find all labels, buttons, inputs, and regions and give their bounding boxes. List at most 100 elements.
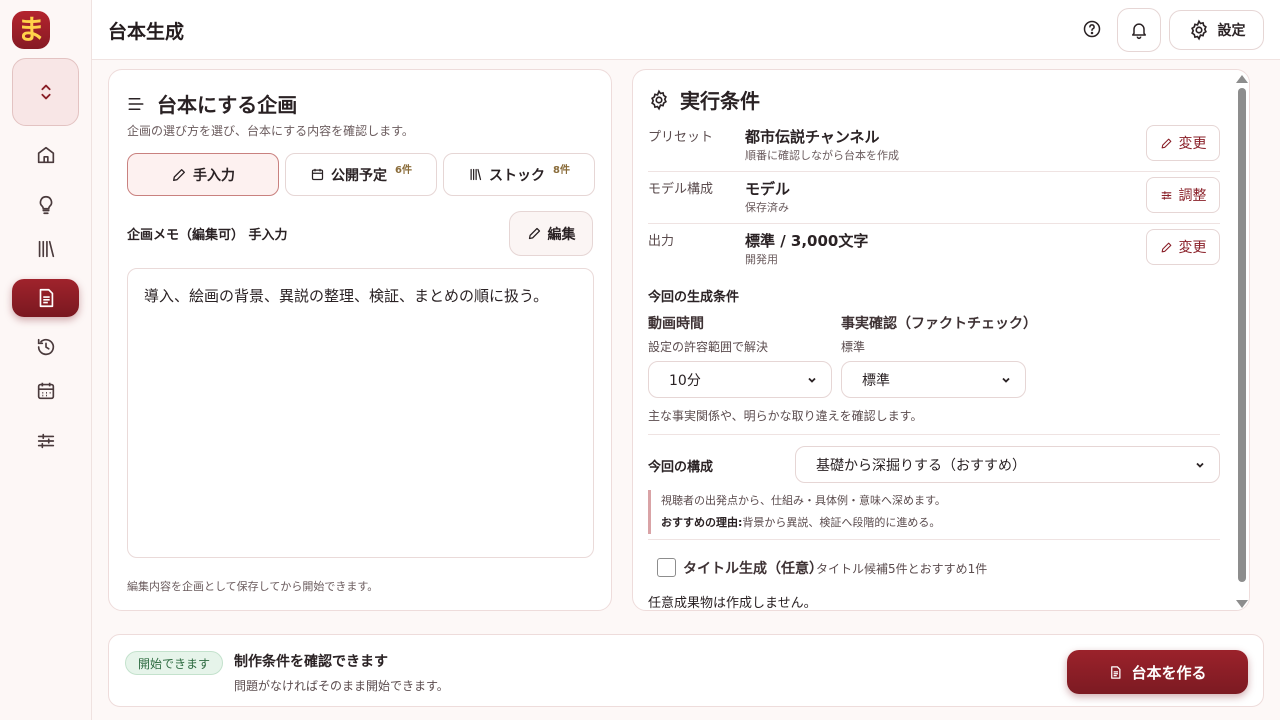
condition-row-output: 出力 標準 / 3,000文字 開発用 変更 [648, 224, 1220, 276]
section-divider [648, 434, 1220, 435]
section-divider [648, 539, 1220, 540]
structure-description: 視聴者の出発点から、仕組み・具体例・意味へ深めます。 おすすめの理由:背景から異… [648, 490, 1208, 534]
chevron-down-icon [1196, 462, 1204, 468]
sidebar-item-ideas[interactable] [12, 186, 79, 224]
plan-panel-footer: 編集内容を企画として保存してから開始できます。 [127, 580, 379, 593]
condition-value: モデル [745, 180, 791, 198]
duration-select-value: 10分 [669, 372, 701, 389]
recommend-text: 背景から異説、検証へ段階的に進める。 [742, 516, 941, 529]
memo-textarea[interactable]: 導入、絵画の背景、異説の整理、検証、まとめの順に扱う。 [127, 268, 594, 558]
menu-lines-icon [128, 97, 144, 110]
notifications-button[interactable] [1117, 8, 1161, 52]
lightbulb-icon [39, 195, 52, 215]
factcheck-select-value: 標準 [862, 372, 890, 389]
edit-memo-label: 編集 [547, 226, 576, 243]
document-icon [1111, 665, 1121, 679]
make-script-label: 台本を作る [1131, 663, 1207, 682]
conditions-section-title: 今回の生成条件 [648, 290, 740, 305]
chevron-updown-icon [40, 84, 51, 100]
change-preset-button[interactable]: 変更 [1146, 125, 1220, 161]
home-icon [37, 146, 54, 164]
sidebar-item-calendar[interactable] [12, 372, 79, 410]
condition-row-preset: プリセット 都市伝説チャンネル 順番に確認しながら台本を作成 変更 [648, 120, 1220, 172]
bell-icon [1132, 23, 1146, 40]
change-preset-label: 変更 [1178, 136, 1207, 152]
condition-value: 都市伝説チャンネル [745, 128, 880, 146]
factcheck-note: 主な事実関係や、明らかな取り違えを確認します。 [648, 409, 923, 423]
condition-note: 保存済み [745, 201, 789, 214]
status-badge: 開始できます [125, 651, 224, 675]
tab-manual-input[interactable]: 手入力 [127, 153, 279, 196]
history-icon [37, 338, 54, 356]
help-button[interactable] [1080, 17, 1104, 41]
title-generation-checkbox[interactable] [657, 558, 676, 577]
pencil-icon [528, 227, 540, 240]
structure-desc-text: 視聴者の出発点から、仕組み・具体例・意味へ深めます。 [661, 494, 946, 507]
structure-select-value: 基礎から深掘りする（おすすめ） [816, 457, 1026, 474]
tab-stock-count: 8件 [553, 165, 570, 176]
condition-label: プリセット [648, 130, 714, 145]
change-output-label: 変更 [1178, 240, 1207, 256]
sidebar-item-adjust[interactable] [12, 422, 79, 460]
library-icon [38, 240, 54, 258]
chevron-down-icon [1002, 377, 1010, 383]
edit-memo-button[interactable]: 編集 [509, 211, 593, 256]
condition-label: モデル構成 [648, 182, 714, 197]
sidebar-item-script[interactable] [12, 279, 79, 317]
scroll-up-arrow[interactable] [1236, 75, 1248, 83]
condition-row-model: モデル構成 モデル 保存済み 調整 [648, 172, 1220, 224]
duration-select[interactable]: 10分 [648, 361, 832, 398]
plan-panel-title-text: 台本にする企画 [157, 93, 298, 117]
gear-icon [1190, 19, 1207, 41]
plan-panel-title: 台本にする企画 [127, 89, 297, 118]
plan-panel: 台本にする企画 企画の選び方を選び、台本にする内容を確認します。 手入力 公開予… [108, 69, 612, 611]
tab-manual-input-label: 手入力 [193, 167, 235, 184]
workspace-switcher-button[interactable] [12, 58, 79, 126]
sidebar-item-library[interactable] [12, 230, 79, 268]
document-icon [39, 288, 53, 308]
tab-stock[interactable]: ストック 8件 [443, 153, 595, 196]
help-icon [1083, 20, 1101, 38]
condition-note: 開発用 [745, 253, 778, 266]
calendar-icon [37, 382, 54, 400]
memo-label: 企画メモ（編集可） 手入力 [127, 228, 288, 243]
app-logo[interactable]: ま [12, 11, 50, 49]
settings-button[interactable]: 設定 [1169, 10, 1264, 50]
make-script-button[interactable]: 台本を作る [1067, 650, 1248, 694]
action-bar: 開始できます 制作条件を確認できます 問題がなければそのまま開始できます。 台本… [108, 634, 1264, 707]
condition-note: 順番に確認しながら台本を作成 [745, 149, 899, 162]
library-icon [470, 168, 482, 181]
pencil-icon [1161, 242, 1171, 252]
scrollbar-thumb[interactable] [1238, 88, 1246, 582]
conditions-scroll-area[interactable]: 実行条件 プリセット 都市伝説チャンネル 順番に確認しながら台本を作成 変更 モ… [633, 70, 1233, 610]
title-generation-label[interactable]: タイトル生成（任意） [683, 558, 823, 578]
sidebar-item-home[interactable] [12, 136, 79, 174]
recommend-line: おすすめの理由:背景から異説、検証へ段階的に進める。 [661, 512, 1208, 534]
sidebar: ま [0, 0, 92, 720]
adjust-model-button[interactable]: 調整 [1146, 177, 1220, 213]
recommend-label: おすすめの理由: [661, 516, 743, 529]
tab-scheduled[interactable]: 公開予定 6件 [285, 153, 437, 196]
factcheck-help: 標準 [841, 340, 866, 354]
structure-select[interactable]: 基礎から深掘りする（おすすめ） [795, 446, 1220, 483]
conditions-panel: 実行条件 プリセット 都市伝説チャンネル 順番に確認しながら台本を作成 変更 モ… [632, 69, 1250, 611]
scroll-down-arrow[interactable] [1236, 600, 1248, 608]
settings-label: 設定 [1217, 23, 1246, 39]
chevron-down-icon [808, 377, 816, 383]
conditions-title-text: 実行条件 [680, 89, 760, 113]
factcheck-select[interactable]: 標準 [841, 361, 1026, 398]
adjust-model-label: 調整 [1178, 188, 1207, 204]
condition-label: 出力 [648, 234, 675, 249]
page-title: 台本生成 [108, 21, 185, 43]
sliders-icon [1161, 190, 1171, 200]
plan-panel-subtitle: 企画の選び方を選び、台本にする内容を確認します。 [127, 124, 414, 138]
title-generation-help: タイトル候補5件とおすすめ1件 [816, 562, 988, 576]
conditions-title: 実行条件 [648, 85, 760, 114]
action-bar-title: 制作条件を確認できます [234, 654, 388, 670]
duration-help: 設定の許容範囲で解決 [648, 340, 769, 354]
sidebar-item-history[interactable] [12, 328, 79, 366]
pencil-icon [1161, 138, 1171, 148]
tab-scheduled-label: 公開予定 [331, 167, 388, 184]
factcheck-label: 事実確認（ファクトチェック） [841, 316, 1037, 332]
change-output-button[interactable]: 変更 [1146, 229, 1220, 265]
